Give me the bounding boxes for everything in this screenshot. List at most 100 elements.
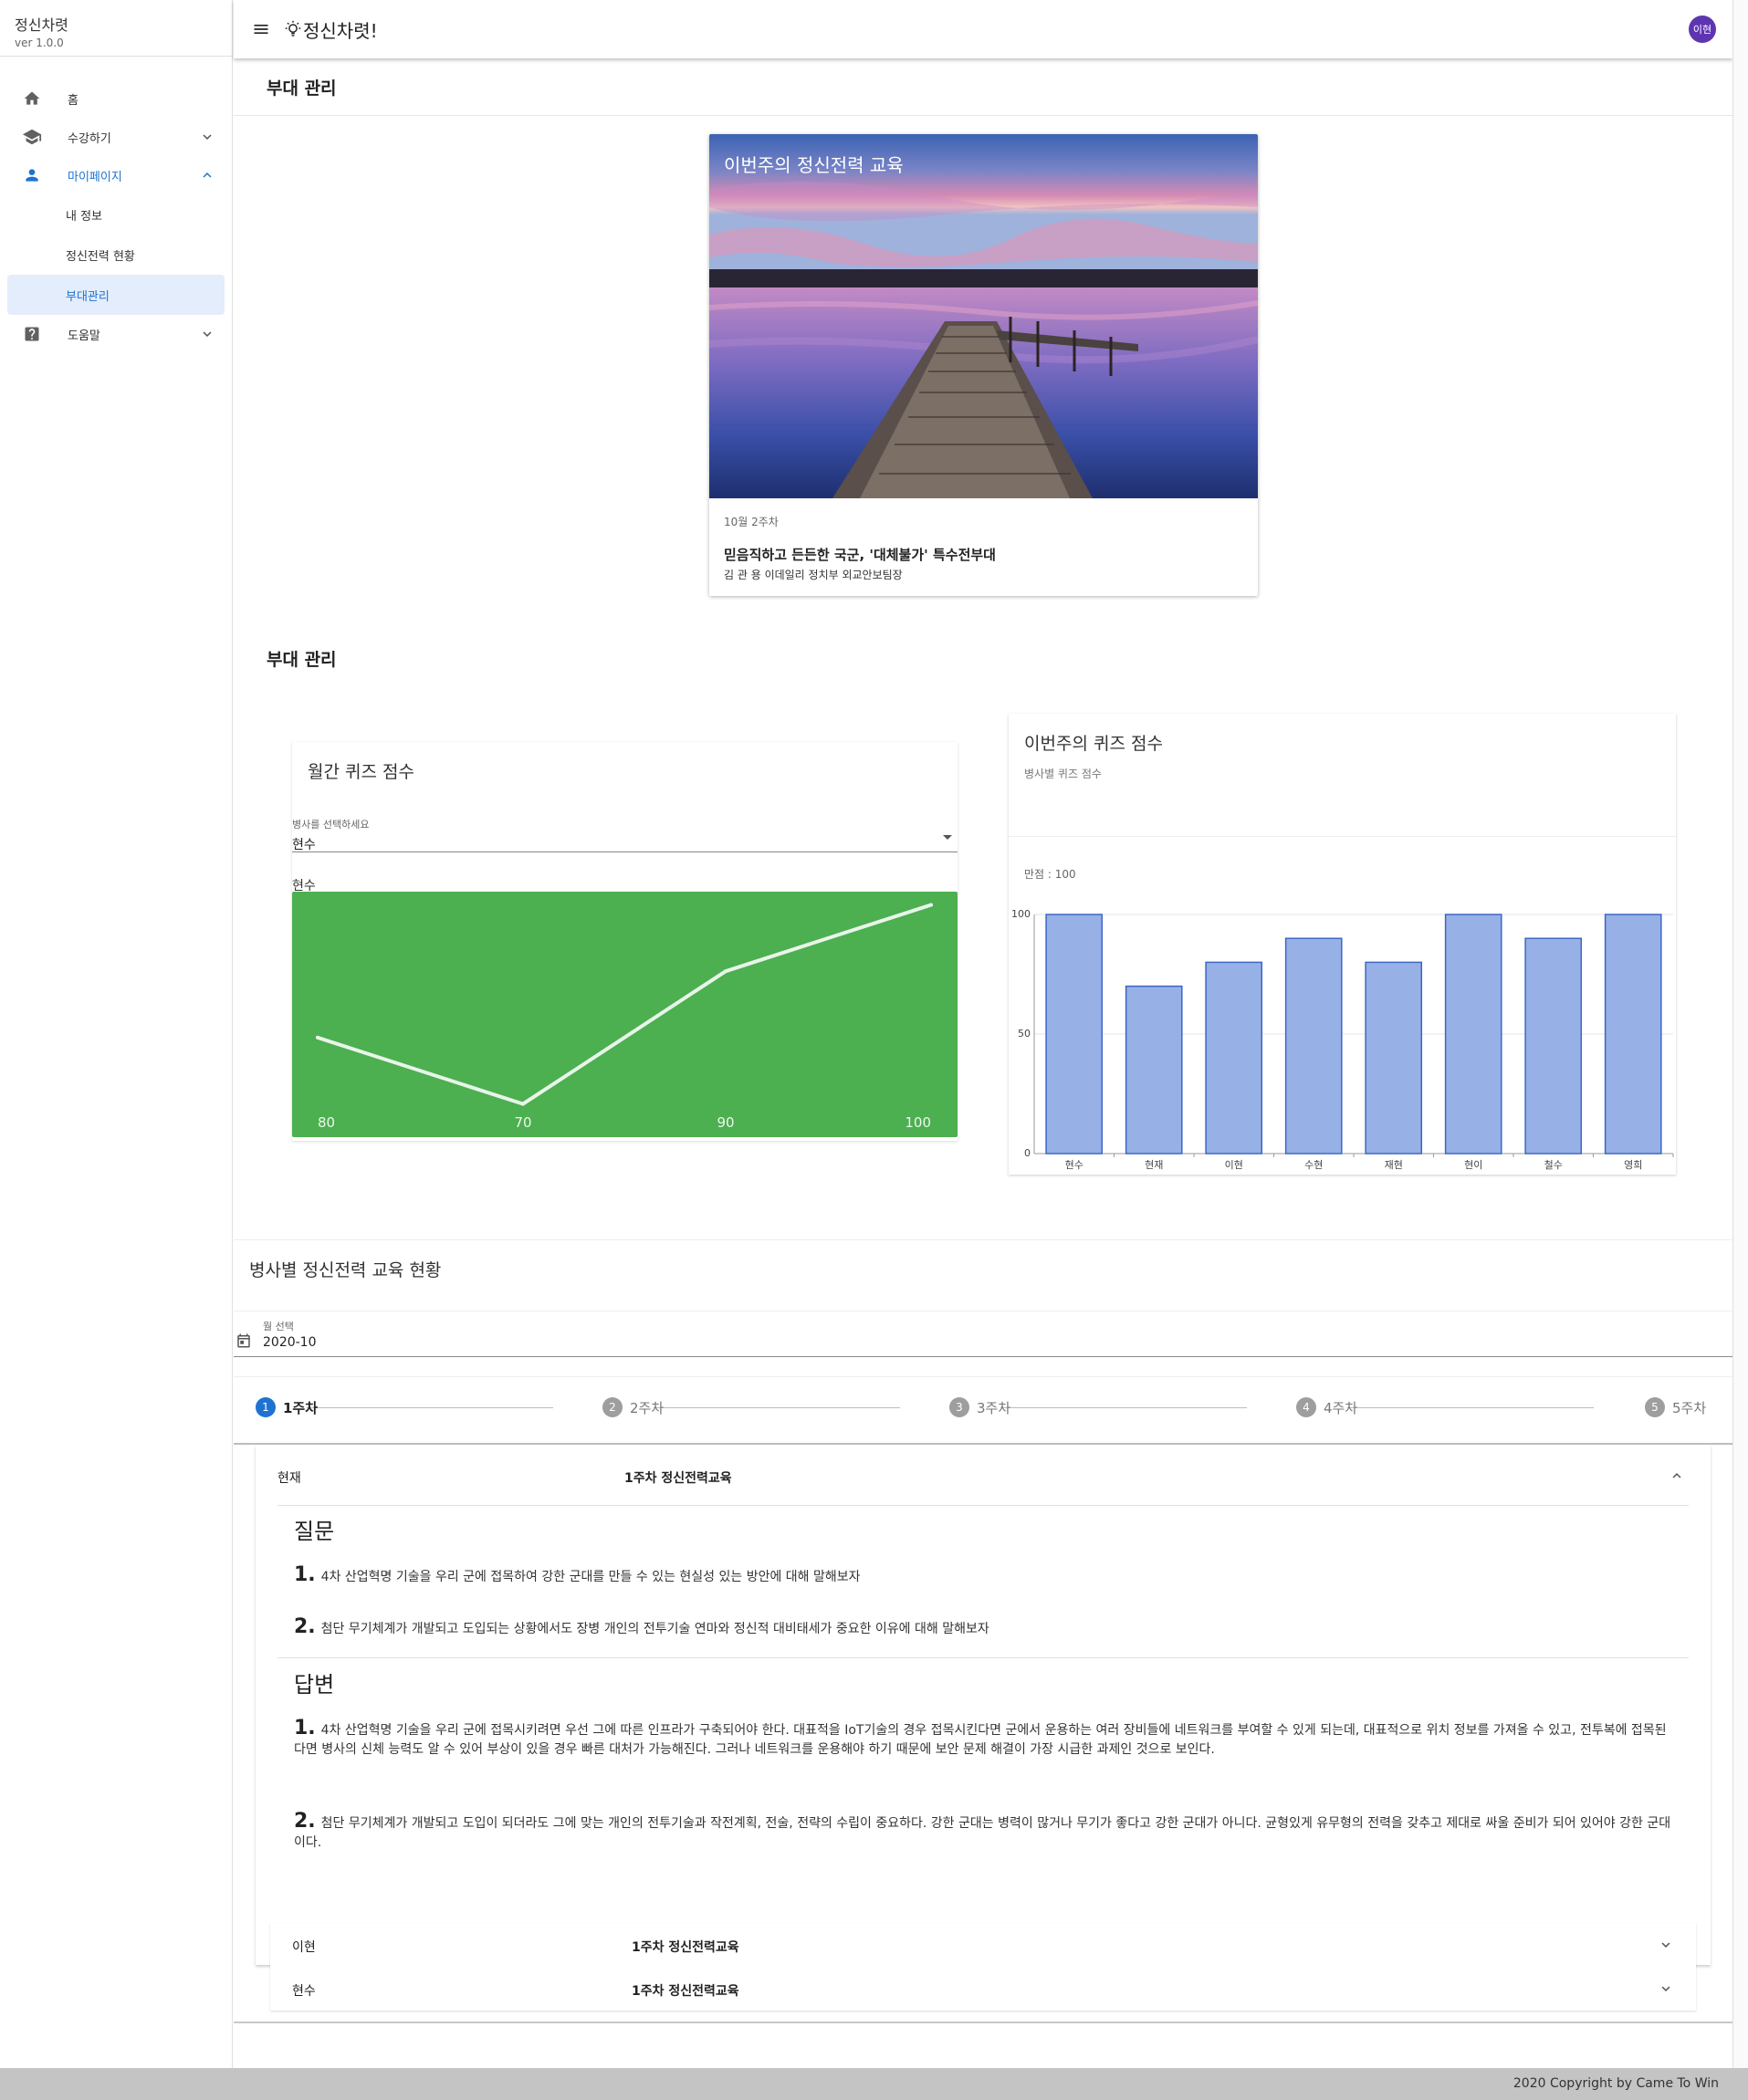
news-headline[interactable]: 믿음직하고 든든한 국군, '대체불가' 특수전부대	[724, 545, 1243, 564]
expansion-panel-closed[interactable]: 현수 1주차 정신전력교육	[270, 1967, 1696, 2011]
bar	[1444, 914, 1502, 1154]
top-app-bar: 정신차렷! 이현	[234, 0, 1732, 58]
sidebar-item-home[interactable]: 홈	[7, 79, 225, 118]
x-tick-label: 현이	[1464, 1159, 1482, 1171]
y-tick-label: 100	[1011, 908, 1031, 920]
step-label: 3주차	[977, 1399, 1011, 1416]
x-tick-label: 수현	[1304, 1159, 1323, 1171]
dropdown-arrow-icon	[943, 835, 952, 840]
soldier-name: 현수	[292, 1984, 316, 1999]
step-week-3[interactable]: 3 3주차	[949, 1397, 1010, 1417]
max-score-label: 만점 : 100	[1024, 868, 1076, 881]
step-number: 5	[1645, 1397, 1665, 1417]
education-title: 1주차 정신전력교육	[632, 1984, 739, 1999]
weekly-quiz-subtitle: 병사별 퀴즈 점수	[1024, 768, 1102, 780]
sidebar-subitem-status[interactable]: 정신전력 현황	[7, 235, 225, 275]
question-item: 2. 첨단 무기체계가 개발되고 도입되는 상황에서도 장병 개인의 전투기술 연…	[294, 1617, 1672, 1639]
user-avatar[interactable]: 이현	[1689, 16, 1716, 43]
answer-item: 2. 첨단 무기체계가 개발되고 도입이 되더라도 그에 맞는 개인의 전투기술과…	[294, 1812, 1672, 1853]
home-icon	[22, 89, 42, 109]
bar-chart-panel: 만점 : 100 0 50 100 현수 현재 이현 수현 재현 현이 철수 영희	[1009, 836, 1676, 1175]
soldier-select[interactable]: 병사를 선택하세요 현수	[292, 817, 958, 852]
line-series	[316, 903, 933, 1106]
app-logo[interactable]: 정신차렷!	[283, 16, 378, 43]
sidebar-item-help[interactable]: 도움말	[7, 315, 225, 353]
bar	[1045, 914, 1104, 1154]
line-point	[521, 1102, 525, 1106]
copyright-text: 2020 Copyright by Came To Win	[1512, 2076, 1719, 2091]
expansion-panel-closed[interactable]: 이현 1주차 정신전력교육	[270, 1923, 1696, 1967]
answer-number: 1.	[294, 1717, 316, 1740]
expansion-panel-header[interactable]: 현재 1주차 정신전력교육	[277, 1445, 1689, 1506]
answer-number: 2.	[294, 1810, 316, 1833]
sidebar-subitem-my-info[interactable]: 내 정보	[7, 194, 225, 235]
step-number: 2	[602, 1397, 623, 1417]
page-title: 부대 관리	[234, 58, 1732, 116]
chevron-down-icon	[1661, 1986, 1670, 1991]
news-body: 10월 2주차 믿음직하고 든든한 국군, '대체불가' 특수전부대 김 관 용…	[709, 498, 1258, 582]
lightbulb-icon	[285, 20, 301, 37]
sidebar-item-label: 도움말	[68, 329, 100, 343]
stepper-connector	[654, 1407, 900, 1408]
sidebar: 정신차렷 ver 1.0.0 홈 수강하기 마이페이지 내 정보 정신전력 현황…	[0, 0, 233, 2068]
sidebar-brand: 정신차렷 ver 1.0.0	[0, 0, 232, 57]
person-icon	[22, 165, 42, 185]
step-week-2[interactable]: 2 2주차	[602, 1397, 664, 1417]
x-tick-label: 재현	[1385, 1159, 1403, 1171]
bar-chart-svg: 0 50 100 현수 현재 이현 수현 재현 현이 철수 영희	[1011, 908, 1674, 1171]
answer-text: 첨단 무기체계가 개발되고 도입이 되더라도 그에 맞는 개인의 전투기술과 작…	[294, 1816, 1671, 1850]
education-title: 1주차 정신전력교육	[632, 1940, 739, 1955]
question-heading: 질문	[294, 1519, 335, 1544]
answer-item: 1. 4차 산업혁명 기술을 우리 군에 접목시키려면 우선 그에 따른 인프라가…	[294, 1719, 1672, 1760]
chevron-down-icon	[203, 134, 212, 140]
section-title: 부대 관리	[267, 650, 337, 670]
app-name: 정신차렷	[15, 16, 68, 34]
step-label: 2주차	[630, 1399, 665, 1416]
line-point	[316, 1035, 319, 1040]
expansion-panel-open: 현재 1주차 정신전력교육 질문 1. 4차 산업혁명 기술을 우리 군에 접목하…	[256, 1445, 1711, 1965]
bar	[1524, 937, 1583, 1154]
sidebar-item-courses[interactable]: 수강하기	[7, 118, 225, 156]
month-picker-value: 2020-10	[263, 1335, 317, 1350]
x-tick-label: 이현	[1225, 1159, 1243, 1171]
x-tick-label: 현재	[1145, 1159, 1163, 1171]
step-week-5[interactable]: 5 5주차	[1645, 1397, 1706, 1417]
sidebar-subitem-unit-management[interactable]: 부대관리	[7, 275, 225, 315]
x-tick-label: 현수	[1065, 1159, 1083, 1171]
monthly-quiz-title: 월간 퀴즈 점수	[308, 762, 414, 782]
sidebar-item-mypage[interactable]: 마이페이지	[7, 156, 225, 194]
step-number: 3	[949, 1397, 969, 1417]
scrollbar-track[interactable]	[1732, 0, 1748, 2068]
x-tick-label: 100	[905, 1114, 931, 1131]
step-week-1[interactable]: 1 1주차	[256, 1397, 318, 1417]
step-label: 5주차	[1672, 1399, 1707, 1416]
weekly-education-card[interactable]: 이번주의 정신전력 교육 10월 2주차 믿음직하고 든든한 국군, '대체불가…	[709, 134, 1258, 596]
answer-text: 4차 산업혁명 기술을 우리 군에 접목시키려면 우선 그에 따른 인프라가 구…	[294, 1723, 1667, 1757]
x-tick-label: 70	[514, 1114, 531, 1131]
soldier-select-label: 병사를 선택하세요	[292, 819, 370, 831]
education-status-title: 병사별 정신전력 교육 현황	[249, 1260, 442, 1280]
divider	[277, 1657, 1689, 1658]
calendar-icon[interactable]	[236, 1332, 252, 1349]
month-picker-field[interactable]: 월 선택 2020-10	[234, 1311, 1732, 1357]
menu-icon[interactable]	[250, 18, 272, 40]
app-version: ver 1.0.0	[15, 37, 64, 49]
question-number: 2.	[294, 1615, 316, 1638]
question-number: 1.	[294, 1563, 316, 1586]
education-title: 1주차 정신전력교육	[624, 1471, 732, 1486]
bar	[1365, 961, 1423, 1154]
month-picker-label: 월 선택	[263, 1321, 294, 1332]
question-item: 1. 4차 산업혁명 기술을 우리 군에 접목하여 강한 군대를 만들 수 있는 …	[294, 1565, 1672, 1587]
step-week-4[interactable]: 4 4주차	[1296, 1397, 1357, 1417]
chevron-down-icon	[1661, 1942, 1670, 1948]
chevron-down-icon	[203, 331, 212, 337]
stepper-connector	[1000, 1407, 1247, 1408]
bar	[1125, 985, 1183, 1154]
question-text: 첨단 무기체계가 개발되고 도입되는 상황에서도 장병 개인의 전투기술 연마와…	[320, 1622, 989, 1636]
question-text: 4차 산업혁명 기술을 우리 군에 접목하여 강한 군대를 만들 수 있는 현실…	[320, 1570, 861, 1584]
main-content: 부대 관리 이번주의 정신전력 교육 10월 2주차 믿음직하고 든든한 국군,…	[234, 58, 1732, 2023]
sidebar-item-label: 마이페이지	[68, 170, 122, 184]
chevron-up-icon	[203, 172, 212, 178]
soldier-name: 이현	[292, 1940, 316, 1955]
footer: 2020 Copyright by Came To Win	[0, 2068, 1748, 2100]
